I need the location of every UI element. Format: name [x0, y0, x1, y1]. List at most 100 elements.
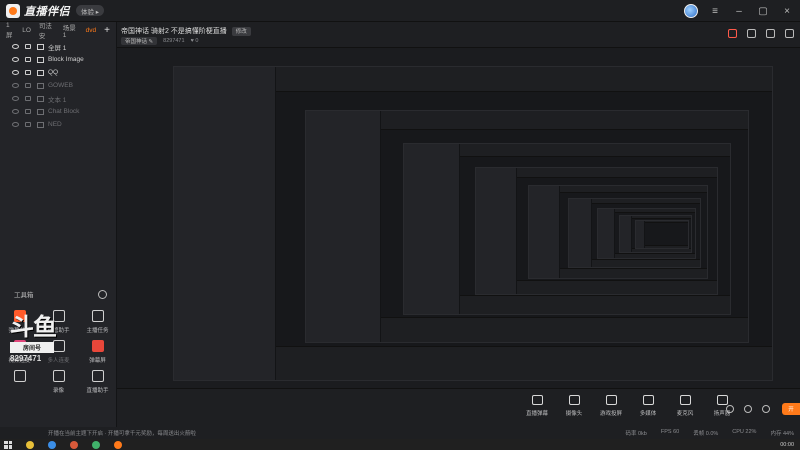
menu-icon[interactable]: ≡ — [708, 4, 722, 18]
browser-icon[interactable] — [48, 440, 56, 449]
scene-tab[interactable]: LO — [22, 27, 31, 34]
audio-small-icon[interactable] — [744, 405, 752, 413]
nested-header — [381, 111, 748, 130]
source-label: Block Image — [48, 56, 84, 63]
source-list: 全屏 1 Block Image QQ GOWEB 文本 1 Chat Bloc… — [0, 40, 116, 131]
source-label: GOWEB — [48, 82, 73, 89]
version-badge[interactable]: 体验 ▸ — [76, 5, 105, 16]
nested-left-panel — [598, 208, 616, 259]
maximize-button[interactable]: ▢ — [756, 4, 770, 18]
scene-tab[interactable]: 场景 1 — [63, 22, 78, 39]
scene-tab[interactable]: 1屏 — [6, 22, 14, 39]
toolbox-tool[interactable]: 主播任务 — [78, 310, 117, 334]
lock-icon[interactable] — [747, 29, 756, 38]
source-icon — [37, 82, 44, 89]
header-icons — [728, 29, 794, 38]
eye-off-icon[interactable] — [12, 109, 19, 114]
nested-header — [645, 221, 688, 224]
window-controls: ≡ – ▢ × — [684, 4, 794, 18]
source-item[interactable]: NED — [0, 118, 116, 131]
user-avatar[interactable] — [684, 4, 698, 18]
control-mic-button[interactable]: 麦克风 — [670, 395, 700, 417]
eye-off-icon[interactable] — [12, 83, 19, 88]
app-name: 直播伴侣 — [24, 5, 70, 18]
live-companion-icon[interactable] — [114, 440, 122, 449]
add-scene-button[interactable]: + — [104, 25, 110, 36]
source-item[interactable]: GOWEB — [0, 79, 116, 92]
eye-off-icon[interactable] — [12, 122, 19, 127]
chat-icon[interactable] — [92, 440, 100, 449]
status-metric: FPS 60 — [660, 429, 680, 435]
eye-icon[interactable] — [12, 70, 19, 75]
lock-icon[interactable] — [25, 122, 31, 127]
status-metric: CPU 22% — [732, 429, 757, 435]
source-item[interactable]: QQ — [0, 66, 116, 79]
source-label: 全屏 1 — [48, 44, 67, 52]
source-label: QQ — [48, 69, 59, 76]
lock-icon[interactable] — [25, 70, 31, 75]
nested-left-panel — [174, 67, 276, 380]
source-item[interactable]: Chat Block — [0, 105, 116, 118]
toolbox-tool-label: 录像 — [52, 388, 64, 394]
control-media-button[interactable]: 多媒体 — [633, 395, 663, 417]
source-item[interactable]: 全屏 1 — [0, 40, 116, 53]
nested-left-panel — [636, 221, 646, 248]
eye-icon[interactable] — [12, 44, 19, 49]
share-icon[interactable] — [766, 29, 775, 38]
room-title: 帝国神话 骑射2 不是搞懂阶梗直播 — [121, 28, 227, 35]
control-cast-button[interactable]: 游戏投屏 — [596, 395, 626, 417]
nested-left-panel — [620, 216, 633, 253]
source-item[interactable]: Block Image — [0, 53, 116, 66]
settings-icon[interactable] — [98, 289, 107, 299]
app-logo: 直播伴侣 — [6, 3, 70, 19]
lock-icon[interactable] — [25, 57, 31, 62]
app-icon[interactable] — [70, 440, 78, 449]
room-meta: 帝国神话 ✎ 8297471 ♥ 0 — [121, 37, 198, 45]
control-danmu-button[interactable]: 直播弹幕 — [522, 395, 552, 417]
control-camera-button[interactable]: 摄像头 — [559, 395, 589, 417]
app-logo-icon — [6, 3, 20, 18]
lock-icon[interactable] — [25, 83, 31, 88]
stream-preview[interactable] — [117, 48, 800, 388]
source-item[interactable]: 文本 1 — [0, 92, 116, 105]
control-label: 游戏投屏 — [599, 411, 622, 417]
control-label: 直播弹幕 — [525, 411, 548, 417]
control-speaker-button[interactable]: 扬声器 — [707, 395, 737, 417]
windows-start-icon[interactable] — [4, 440, 12, 449]
save-icon[interactable] — [785, 29, 794, 38]
eye-off-icon[interactable] — [12, 96, 19, 101]
category-button[interactable]: 帝国神话 ✎ — [121, 37, 158, 45]
title-bar: 直播伴侣 体验 ▸ ≡ – ▢ × — [0, 0, 800, 22]
task-icon — [91, 310, 104, 322]
nested-header — [560, 185, 708, 194]
close-button[interactable]: × — [780, 4, 794, 18]
scene-tab-active[interactable]: dvd — [86, 27, 96, 34]
camera-icon — [568, 395, 580, 405]
scene-tab[interactable]: 司法安 — [39, 20, 55, 40]
explorer-icon[interactable] — [26, 440, 34, 449]
settings-icon[interactable] — [762, 405, 770, 413]
lock-icon[interactable] — [25, 109, 31, 114]
nested-left-panel — [403, 143, 460, 315]
go-live-button[interactable]: 开 — [782, 403, 800, 415]
nested-footer — [632, 248, 691, 253]
gift-icon[interactable] — [728, 29, 737, 38]
toolbox-tool[interactable]: 直播助手 — [78, 370, 117, 394]
source-icon — [37, 69, 44, 76]
source-label: Chat Block — [48, 108, 80, 115]
toolbox-tool-label: 直播助手 — [86, 388, 109, 394]
lock-icon[interactable] — [25, 44, 31, 49]
nested-header — [517, 167, 718, 178]
room-id: 8297471 — [163, 38, 185, 44]
control-label: 多媒体 — [639, 411, 657, 417]
nested-footer — [615, 253, 695, 259]
lock-icon[interactable] — [25, 96, 31, 101]
douyu-watermark: 斗鱼 房间号 8297471 — [10, 316, 80, 376]
viewer-count: ♥ 0 — [190, 38, 199, 44]
edit-title-button[interactable]: 修改 — [231, 26, 251, 36]
mic-icon — [679, 395, 691, 405]
minimize-button[interactable]: – — [732, 4, 746, 18]
toolbox-tool[interactable]: 弹幕屏 — [78, 340, 117, 364]
nested-header — [459, 143, 731, 158]
eye-icon[interactable] — [12, 57, 19, 62]
